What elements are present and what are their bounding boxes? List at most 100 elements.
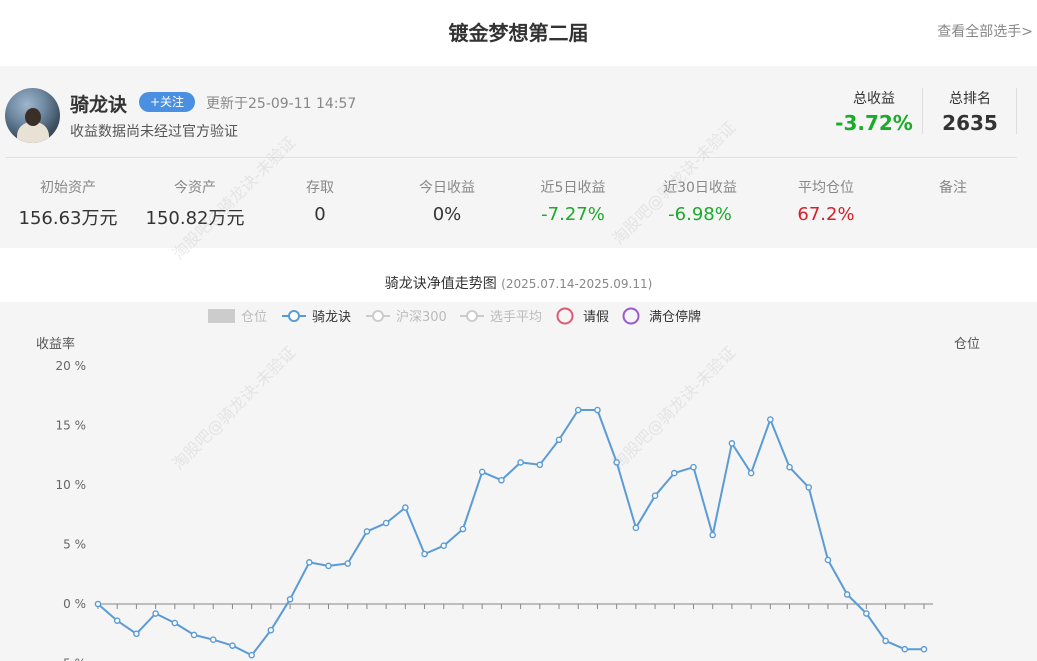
data-point xyxy=(382,519,390,527)
y-tick-label: -5 % xyxy=(59,657,86,661)
y-tick-label: 10 % xyxy=(56,478,87,492)
legend-label: 请假 xyxy=(583,310,609,325)
data-point xyxy=(613,459,620,466)
y-tick-label: 20 % xyxy=(56,359,87,373)
legend-label: 仓位 xyxy=(241,310,267,325)
stat-value: -6.98% xyxy=(668,204,732,225)
data-point xyxy=(863,610,870,617)
stat-avg-position: 平均仓位 67.2% xyxy=(771,177,881,225)
legend-label: 沪深300 xyxy=(396,309,447,325)
stat-initial-assets: 初始资产 156.63万元 xyxy=(13,177,123,230)
stat-remark: 备注 xyxy=(898,177,1008,204)
data-point xyxy=(843,591,851,598)
stat-label: 今资产 xyxy=(174,180,216,196)
view-all-players-link[interactable]: 查看全部选手> xyxy=(937,21,1033,41)
data-point xyxy=(555,436,563,444)
data-point xyxy=(402,504,409,511)
data-point xyxy=(152,610,159,617)
verify-note: 收益数据尚未经过官方验证 xyxy=(70,124,238,140)
stat-30day-return: 近30日收益 -6.98% xyxy=(645,177,755,225)
avatar[interactable] xyxy=(5,88,60,143)
stat-current-assets: 今资产 150.82万元 xyxy=(140,177,250,230)
data-point xyxy=(94,600,102,608)
total-rank-value: 2635 xyxy=(942,111,998,135)
data-point xyxy=(133,630,140,638)
total-return-value: -3.72% xyxy=(835,111,913,135)
data-point xyxy=(363,528,371,535)
follow-button[interactable]: +关注 xyxy=(139,92,195,112)
data-point xyxy=(498,476,505,484)
legend-marker-circle xyxy=(622,307,640,325)
y-tick-label: 5 % xyxy=(63,538,86,552)
data-point xyxy=(920,645,928,653)
total-return-label: 总收益 xyxy=(853,91,895,107)
total-return-box: 总收益 -3.72% xyxy=(822,88,926,135)
stat-value: 0% xyxy=(432,204,462,225)
legend-marker-rect xyxy=(208,309,235,323)
page-title: 镀金梦想第二届 xyxy=(448,21,589,45)
y-axis-label-left: 收益率 xyxy=(36,336,75,352)
stat-label: 近5日收益 xyxy=(540,180,606,196)
legend-marker-circle xyxy=(556,307,574,325)
total-rank-box: 总排名 2635 xyxy=(930,88,1010,135)
net-value-chart[interactable]: 收益率 仓位 20 % 15 % 10 % 5 % 0 % -5 % 仓位 骑龙诀 沪深300 选手平… xyxy=(0,302,1037,661)
player-name[interactable]: 骑龙诀 xyxy=(70,90,127,117)
data-point xyxy=(248,651,255,659)
stat-label: 近30日收益 xyxy=(663,180,737,196)
data-point xyxy=(786,463,793,471)
data-point xyxy=(171,619,179,627)
stat-value: 67.2% xyxy=(797,204,855,225)
data-point xyxy=(747,469,755,477)
data-point xyxy=(882,637,889,645)
stat-value: 0 xyxy=(314,204,326,225)
data-point xyxy=(670,469,678,477)
divider xyxy=(922,88,923,134)
data-point xyxy=(286,595,294,603)
stat-value: 156.63万元 xyxy=(18,208,118,229)
legend-marker-circle xyxy=(466,310,478,322)
stat-value: 150.82万元 xyxy=(145,208,245,229)
data-point xyxy=(709,531,716,539)
stat-label: 今日收益 xyxy=(419,180,475,196)
chart-title-range: (2025.07.14-2025.09.11) xyxy=(501,277,653,291)
data-point xyxy=(728,440,736,447)
series-line-qilongjue xyxy=(97,409,924,657)
data-point xyxy=(594,406,601,414)
data-point xyxy=(824,556,832,564)
update-time: 更新于25-09-11 14:57 xyxy=(206,96,357,112)
total-rank-label: 总排名 xyxy=(949,91,991,107)
data-point xyxy=(901,645,909,653)
player-info-panel: 骑龙诀 +关注 更新于25-09-11 14:57 收益数据尚未经过官方验证 总… xyxy=(0,66,1037,248)
data-point xyxy=(632,524,640,532)
data-point xyxy=(767,416,774,423)
legend-label: 选手平均 xyxy=(490,310,542,325)
stat-today-return: 今日收益 0% xyxy=(392,177,502,225)
stat-value: -7.27% xyxy=(541,204,605,225)
y-tick-label: 0 % xyxy=(63,597,86,611)
divider xyxy=(5,157,1017,158)
y-axis-label-right: 仓位 xyxy=(954,337,980,352)
legend-marker-circle xyxy=(372,310,384,322)
y-tick-label: 15 % xyxy=(56,419,87,433)
chart-title-main: 骑龙诀净值走势图 xyxy=(384,276,497,292)
chart-title: 骑龙诀净值走势图 (2025.07.14-2025.09.11) xyxy=(0,273,1037,293)
stat-label: 初始资产 xyxy=(40,180,96,196)
stat-5day-return: 近5日收益 -7.27% xyxy=(518,177,628,225)
data-point xyxy=(267,626,275,634)
data-point xyxy=(344,560,352,567)
legend-label: 满仓停牌 xyxy=(649,309,701,325)
stat-label: 平均仓位 xyxy=(798,180,854,196)
data-point xyxy=(421,550,428,558)
data-point xyxy=(440,542,448,549)
stat-label: 备注 xyxy=(939,180,967,196)
data-point xyxy=(651,492,659,500)
stat-deposit-withdraw: 存取 0 xyxy=(265,177,375,225)
data-point xyxy=(229,642,236,649)
data-point xyxy=(478,468,486,476)
data-point xyxy=(113,617,121,624)
data-point xyxy=(517,459,524,466)
divider xyxy=(1016,88,1017,134)
chart-area: 收益率 仓位 20 % 15 % 10 % 5 % 0 % -5 % 仓位 骑龙诀 沪深300 选手平… xyxy=(0,302,1037,661)
legend-marker-circle xyxy=(288,310,300,322)
top-bar: 镀金梦想第二届 查看全部选手> xyxy=(0,0,1037,62)
